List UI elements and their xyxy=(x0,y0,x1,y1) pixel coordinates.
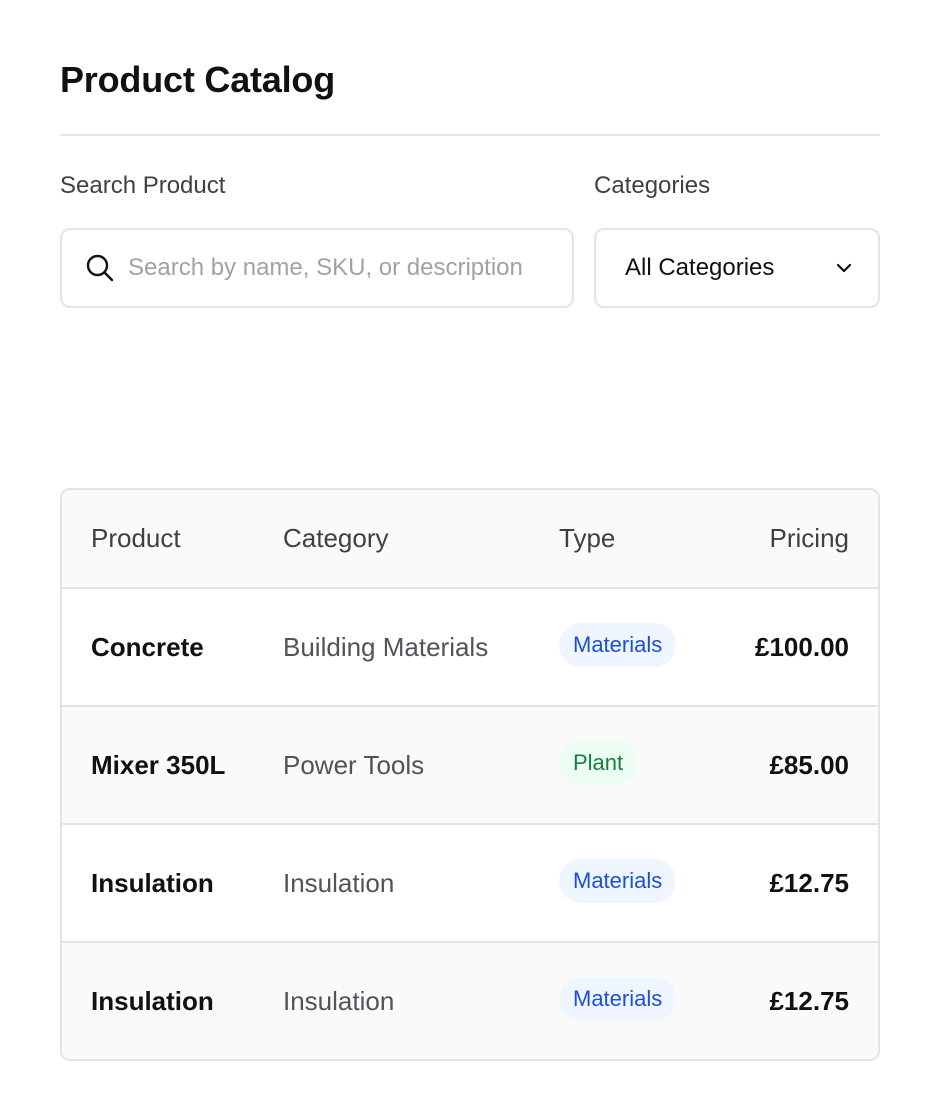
table-row[interactable]: Insulation Insulation Materials £12.75 xyxy=(62,941,878,1059)
product-category: Power Tools xyxy=(283,749,425,780)
column-header-type[interactable]: Type xyxy=(559,523,739,554)
table-row[interactable]: Mixer 350L Power Tools Plant £85.00 xyxy=(62,705,878,823)
product-price: £12.75 xyxy=(769,985,849,1016)
column-header-product[interactable]: Product xyxy=(62,523,283,554)
product-name: Mixer 350L xyxy=(91,749,226,780)
product-category: Insulation xyxy=(283,985,395,1016)
type-badge: Materials xyxy=(559,623,677,667)
category-select-value: All Categories xyxy=(625,254,775,281)
search-icon xyxy=(84,252,116,284)
categories-label: Categories xyxy=(594,172,711,199)
type-badge: Materials xyxy=(559,977,677,1021)
chevron-down-icon xyxy=(834,258,854,278)
product-name: Concrete xyxy=(91,631,204,662)
page-title: Product Catalog xyxy=(60,59,336,100)
search-label: Search Product xyxy=(60,172,226,199)
table-row[interactable]: Concrete Building Materials Materials £1… xyxy=(62,587,878,705)
product-price: £12.75 xyxy=(769,867,849,898)
category-select[interactable]: All Categories xyxy=(594,228,880,308)
title-divider xyxy=(60,134,880,136)
product-price: £100.00 xyxy=(755,631,849,662)
product-name: Insulation xyxy=(91,867,214,898)
type-badge: Materials xyxy=(559,859,677,903)
table-header: Product Category Type Pricing xyxy=(62,490,878,587)
column-header-category[interactable]: Category xyxy=(283,523,559,554)
column-header-pricing[interactable]: Pricing xyxy=(739,523,878,554)
search-field[interactable] xyxy=(60,228,574,308)
product-price: £85.00 xyxy=(769,749,849,780)
product-name: Insulation xyxy=(91,985,214,1016)
product-table: Product Category Type Pricing Concrete B… xyxy=(60,488,880,1061)
product-category: Insulation xyxy=(283,867,395,898)
table-row[interactable]: Insulation Insulation Materials £12.75 xyxy=(62,823,878,941)
product-category: Building Materials xyxy=(283,631,489,662)
type-badge: Plant xyxy=(559,741,638,785)
search-input[interactable] xyxy=(128,254,558,282)
